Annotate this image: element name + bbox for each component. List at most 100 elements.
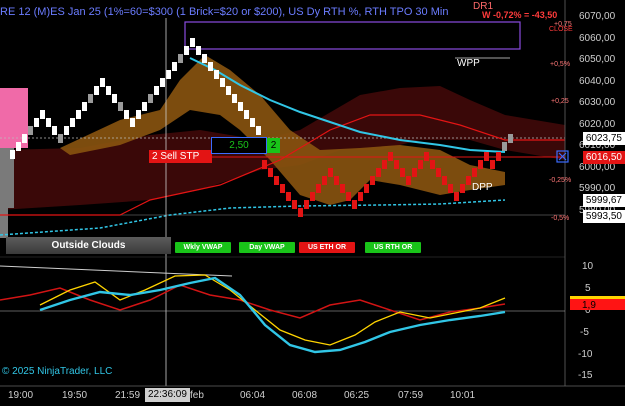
price-tick-2: 6050,00 — [579, 54, 616, 65]
renko-brick — [124, 110, 129, 119]
renko-brick — [472, 168, 477, 177]
renko-brick — [316, 184, 321, 193]
renko-brick — [430, 160, 435, 169]
time-tick-5: 06:08 — [292, 390, 318, 401]
renko-brick — [448, 184, 453, 193]
current-price-flag: 6016,50 — [582, 151, 625, 164]
time-tick-6: 06:25 — [344, 390, 370, 401]
renko-brick — [214, 70, 219, 79]
oscillator-value-flag: 1,9 — [570, 296, 625, 311]
us-rth-or-button[interactable]: US RTH OR — [365, 242, 421, 253]
renko-brick — [256, 126, 261, 135]
renko-brick — [154, 86, 159, 95]
renko-brick — [292, 200, 297, 209]
osc-tick-10: 10 — [582, 261, 594, 272]
renko-brick — [64, 126, 69, 135]
renko-brick — [358, 192, 363, 201]
dr-value: W -0,72% = -43,50 — [482, 10, 558, 20]
time-tick-4: 06:04 — [240, 390, 266, 401]
renko-brick — [286, 192, 291, 201]
price-tick-8: 5990,00 — [579, 183, 616, 194]
renko-brick — [112, 94, 117, 103]
time-tick-2: 21:59 — [115, 390, 141, 401]
sell-stop-order[interactable]: 2 Sell STP — [149, 150, 212, 163]
renko-brick — [370, 176, 375, 185]
pct-label-1: +0,75 — [554, 21, 572, 28]
renko-brick — [346, 192, 351, 201]
renko-brick — [394, 160, 399, 169]
oscillator-red-line — [0, 284, 506, 321]
renko-brick — [244, 110, 249, 119]
renko-brick — [418, 160, 423, 169]
renko-brick — [268, 168, 273, 177]
copyright-text: © 2025 NinjaTrader, LLC — [2, 366, 113, 377]
renko-brick — [496, 152, 501, 161]
price-tick-5: 6020,00 — [579, 118, 616, 130]
weekly-vwap-button[interactable]: Wkly VWAP — [175, 242, 231, 253]
renko-brick — [142, 102, 147, 111]
renko-brick — [322, 176, 327, 185]
renko-brick — [16, 142, 21, 151]
renko-brick — [262, 160, 267, 169]
renko-brick — [202, 54, 207, 63]
renko-brick — [250, 118, 255, 127]
renko-brick — [490, 160, 495, 169]
vwap-price-flag: 5999,67 — [582, 194, 625, 207]
renko-brick — [466, 176, 471, 185]
pct-label-4: -0,25% — [549, 177, 572, 184]
time-tick-1: 19:50 — [62, 390, 88, 401]
renko-brick — [106, 86, 111, 95]
renko-brick — [298, 208, 303, 217]
osc-tick-m15: -15 — [578, 370, 593, 381]
renko-brick — [58, 134, 63, 143]
renko-brick — [166, 70, 171, 79]
renko-brick — [442, 176, 447, 185]
renko-brick — [10, 150, 15, 159]
day-vwap-button[interactable]: Day VWAP — [239, 242, 295, 253]
renko-brick — [304, 200, 309, 209]
renko-brick — [160, 78, 165, 87]
renko-brick — [502, 142, 507, 151]
chart-title: RE 12 (M)ES Jan 25 (1%=60=$300 (1 Brick=… — [0, 6, 449, 18]
renko-brick — [460, 184, 465, 193]
renko-brick — [352, 200, 357, 209]
time-tick-7: 07:59 — [398, 390, 424, 401]
renko-brick — [424, 152, 429, 161]
renko-brick — [226, 86, 231, 95]
time-tick-0: 19:00 — [8, 390, 34, 401]
last-price-flag: 6023,75 — [582, 132, 625, 145]
wpp-label: WPP — [457, 58, 480, 69]
us-eth-or-button[interactable]: US ETH OR — [299, 242, 355, 253]
renko-brick — [376, 168, 381, 177]
renko-brick — [208, 62, 213, 71]
weekly-range-box — [184, 21, 521, 50]
low-price-flag: 5993,50 — [582, 210, 625, 223]
renko-brick — [454, 192, 459, 201]
renko-brick — [82, 102, 87, 111]
chart-canvas[interactable] — [0, 0, 625, 406]
renko-brick — [364, 184, 369, 193]
order-quantity-field[interactable]: 2,50 — [211, 137, 267, 154]
renko-brick — [232, 94, 237, 103]
renko-brick — [508, 134, 513, 143]
renko-brick — [100, 78, 105, 87]
renko-brick — [238, 102, 243, 111]
osc-tick-m5: -5 — [580, 327, 589, 338]
renko-brick — [136, 110, 141, 119]
order-count-badge[interactable]: 2 — [267, 138, 280, 153]
renko-brick — [334, 176, 339, 185]
pct-label-5: -0,5% — [551, 215, 570, 222]
renko-brick — [190, 38, 195, 47]
renko-brick — [184, 46, 189, 55]
renko-brick — [478, 160, 483, 169]
renko-brick — [484, 152, 489, 161]
renko-brick — [76, 110, 81, 119]
renko-brick — [52, 126, 57, 135]
renko-brick — [406, 176, 411, 185]
dpp-label: DPP — [472, 182, 493, 193]
renko-brick — [88, 94, 93, 103]
pct-label-3: +0,25 — [551, 98, 569, 105]
chart-window[interactable]: RE 12 (M)ES Jan 25 (1%=60=$300 (1 Brick=… — [0, 0, 625, 406]
price-tick-3: 6040,00 — [579, 75, 616, 87]
osc-tick-m10: -10 — [578, 349, 593, 360]
